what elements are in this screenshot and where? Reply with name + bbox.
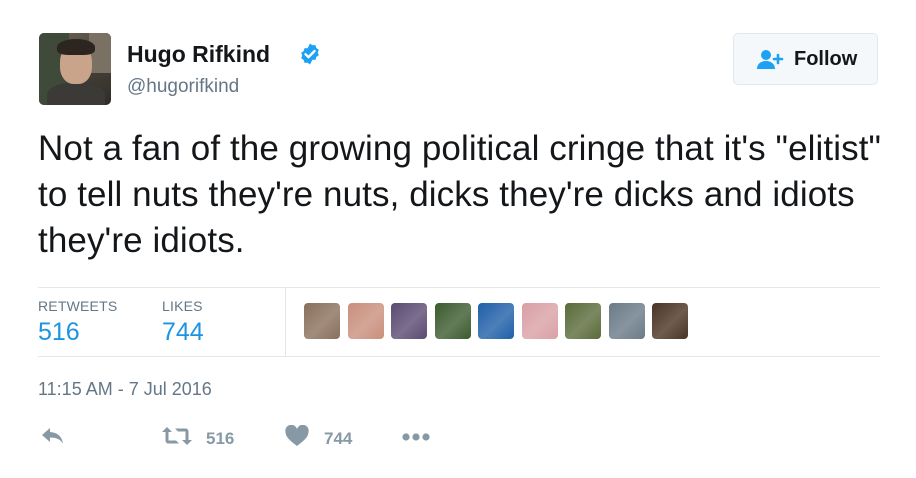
tweet-card: Hugo Rifkind @hugorifkind Follow Not a f… [0,0,916,478]
divider [38,287,880,288]
retweet-count: 516 [206,429,235,448]
retweet-button[interactable]: 516 [161,425,251,451]
liker-avatar-9[interactable] [652,303,688,339]
avatar-hair [57,39,95,55]
liker-avatar-1[interactable] [304,303,340,339]
liker-avatar-7[interactable] [565,303,601,339]
retweet-icon [162,427,192,445]
reply-icon [42,428,63,444]
liker-avatar-3[interactable] [391,303,427,339]
more-button[interactable] [401,425,433,451]
retweets-count[interactable]: 516 [38,318,80,347]
author-name[interactable]: Hugo Rifkind [127,41,270,68]
divider [38,356,880,357]
like-button[interactable]: 744 [284,425,364,451]
follow-button[interactable]: Follow [733,33,878,85]
tweet-text: Not a fan of the growing political cring… [38,129,882,260]
divider [285,287,286,356]
avatar-shirt [47,83,105,105]
liker-avatar-8[interactable] [608,303,645,339]
like-count: 744 [324,429,353,448]
tweet-timestamp[interactable]: 11:15 AM - 7 Jul 2016 [38,379,212,400]
heart-icon [285,425,309,446]
liker-avatar-6[interactable] [521,303,558,339]
avatar[interactable] [39,33,111,105]
reply-button[interactable] [40,425,68,451]
author-handle[interactable]: @hugorifkind [127,76,239,98]
verified-badge-icon [301,43,319,65]
retweets-label: RETWEETS [38,298,118,314]
likes-label: LIKES [162,298,203,314]
more-icon [402,433,430,441]
liker-avatar-5[interactable] [478,303,514,339]
liker-avatar-2[interactable] [347,303,384,339]
follow-button-label: Follow [794,48,858,70]
likes-count[interactable]: 744 [162,318,204,347]
liker-avatar-4[interactable] [434,303,471,339]
add-user-icon [757,50,784,69]
